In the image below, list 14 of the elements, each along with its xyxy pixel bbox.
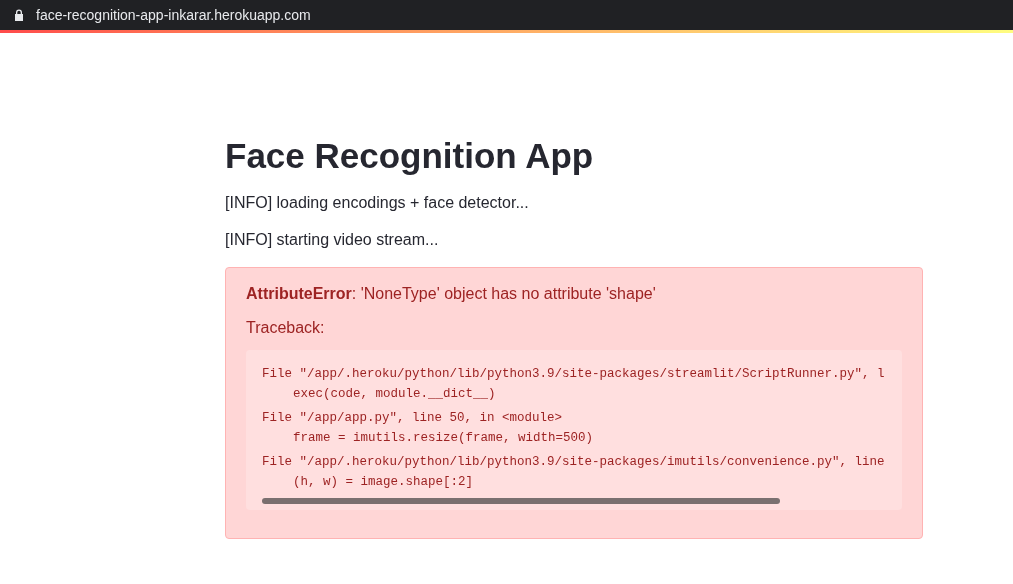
page-title: Face Recognition App: [225, 135, 595, 177]
lock-icon: [14, 9, 24, 21]
traceback-location: File "/app/app.py", line 50, in <module>: [262, 410, 564, 427]
traceback-code: (h, w) = image.shape[:2]: [292, 474, 475, 491]
url-text[interactable]: face-recognition-app-inkarar.herokuapp.com: [36, 4, 311, 26]
traceback-label: Traceback:: [246, 318, 326, 338]
traceback-code: frame = imutils.resize(frame, width=500): [292, 430, 595, 447]
traceback-location: File "/app/.heroku/python/lib/python3.9/site-packages/imutils/convenience.py", line: [262, 454, 886, 471]
error-message: AttributeError: 'NoneType' object has no attribute 'shape': [246, 284, 657, 304]
traceback-location: File "/app/.heroku/python/lib/python3.9/site-packages/streamlit/ScriptRunner.py", l: [262, 366, 886, 383]
info-message: [INFO] loading encodings + face detector...: [225, 193, 530, 213]
horizontal-scrollbar[interactable]: [262, 498, 780, 504]
info-message: [INFO] starting video stream...: [225, 230, 440, 250]
traceback-code: exec(code, module.__dict__): [292, 386, 497, 403]
